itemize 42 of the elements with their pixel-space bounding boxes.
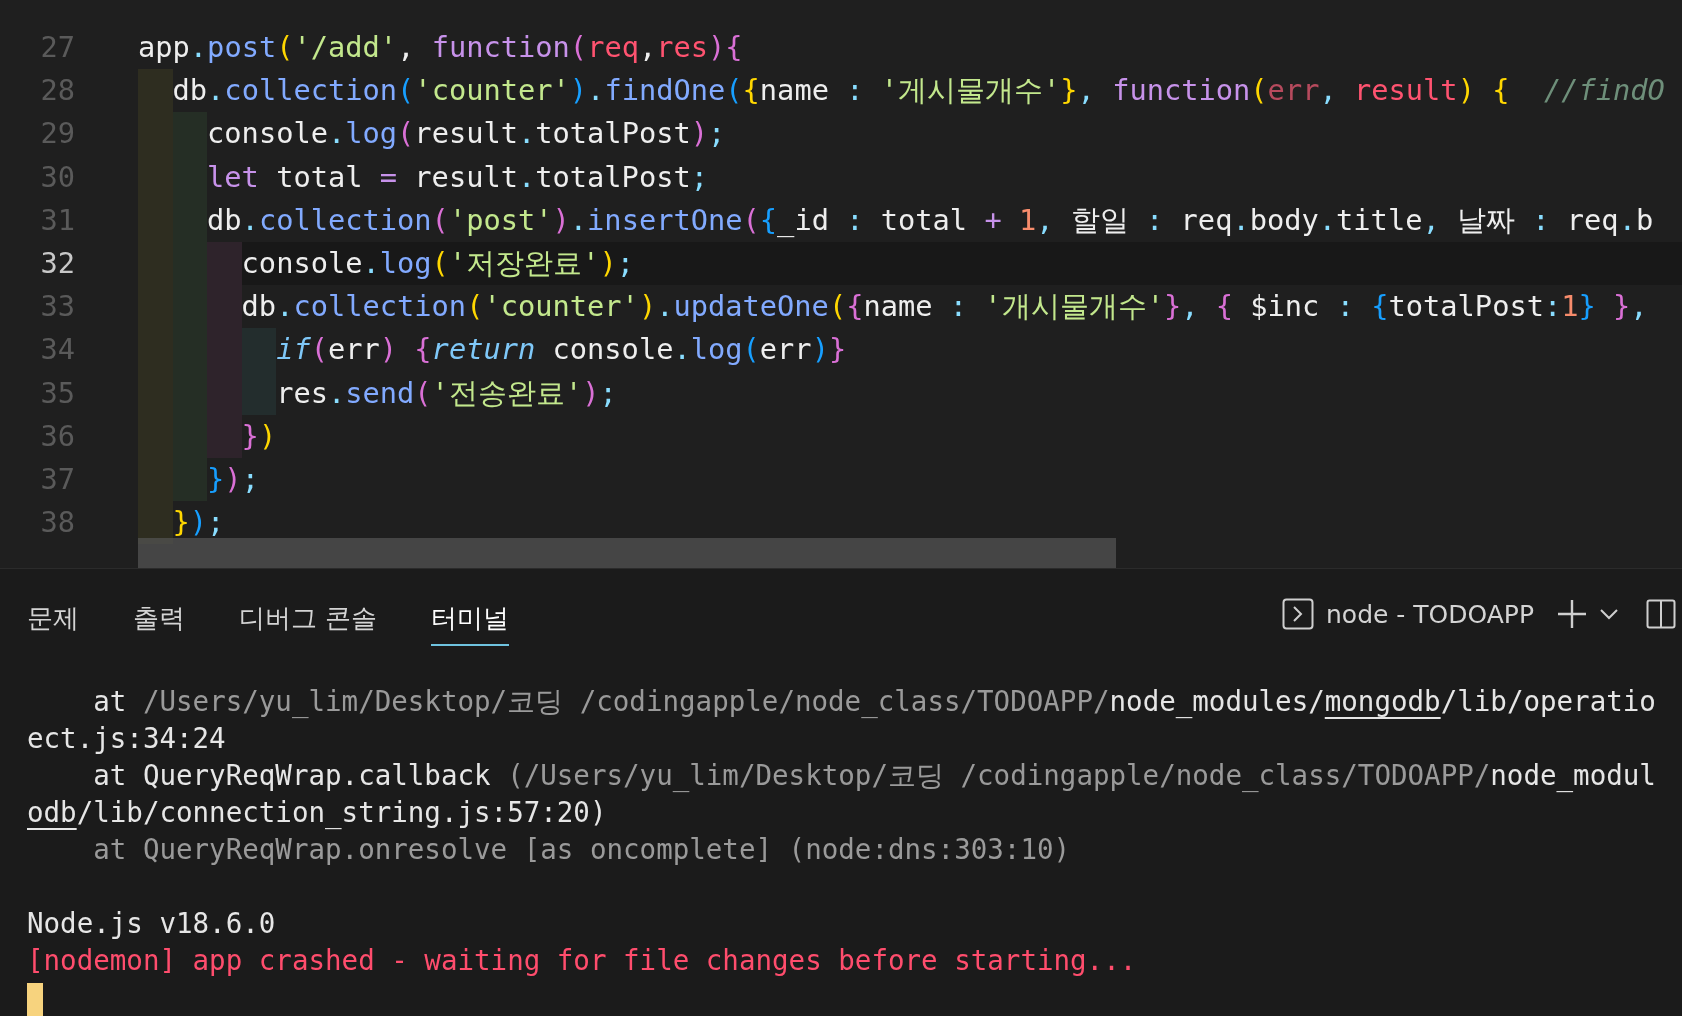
code-line: console.log(result.totalPost);	[207, 116, 726, 151]
terminal-line: ect.js:34:24	[27, 721, 227, 756]
line-number: 30	[39, 158, 76, 196]
code-line: });	[207, 461, 259, 496]
terminal-line: Node.js v18.6.0	[27, 906, 277, 941]
terminal-line: at QueryReqWrap.onresolve [as oncomplete] (node:dns:303:10)	[92, 832, 1072, 867]
line-number: 36	[39, 417, 76, 455]
terminal-cursor	[27, 982, 43, 1016]
code-line: })	[241, 418, 277, 453]
line-number: 34	[39, 331, 76, 369]
line-number: 37	[39, 460, 76, 498]
horizontal-scrollbar[interactable]	[138, 538, 1116, 568]
code-line: if(err) {return console.log(err)}	[276, 332, 847, 367]
code-line: });	[172, 505, 225, 540]
line-number: 32	[39, 244, 76, 282]
line-number: 28	[39, 72, 76, 110]
line-number: 31	[39, 201, 76, 239]
plus-icon[interactable]	[1556, 598, 1588, 630]
panel-tab[interactable]: 디버그 콘솔	[239, 592, 378, 646]
line-number: 33	[39, 288, 76, 326]
line-number: 35	[39, 374, 76, 412]
terminal-line: at QueryReqWrap.callback (/Users/yu_lim/Desktop/코딩 /codingapple/node_class/TODOAPP/node_modul	[92, 758, 1657, 794]
panel-tab[interactable]: 문제	[27, 592, 79, 646]
line-number: 38	[39, 504, 76, 542]
panel-tab[interactable]: 터미널	[431, 592, 510, 646]
terminal-name[interactable]: node - TODOAPP	[1326, 599, 1534, 629]
terminal-line: at /Users/yu_lim/Desktop/코딩 /codingapple/node_class/TODOAPP/node_modules/mongodb/lib/operatio	[92, 684, 1657, 720]
code-line: db.collection('counter').updateOne({name : '개시물개수'}, { $inc : {totalPost:1} },	[241, 289, 1648, 324]
line-number: 29	[39, 115, 76, 153]
code-line: db.collection('post').insertOne({_id : total + 1, 할일 : req.body.title, 날짜 : req.b	[207, 202, 1654, 237]
code-line: app.post('/add', function(req,res){	[138, 30, 743, 64]
code-line: let total = result.totalPost;	[207, 159, 708, 194]
split-panel-icon[interactable]	[1646, 599, 1676, 629]
terminal-line: odb/lib/connection_string.js:57:20)	[27, 795, 608, 831]
panel-tab[interactable]: 출력	[133, 592, 185, 646]
chevron-down-icon[interactable]	[1600, 608, 1618, 620]
terminal-icon	[1282, 598, 1314, 630]
code-line: console.log('저장완료');	[241, 245, 634, 280]
line-number: 27	[39, 29, 76, 66]
code-line: db.collection('counter').findOne({name : '게시물개수'}, function(err, result) { //findO	[172, 73, 1665, 108]
code-line: res.send('전송완료');	[276, 375, 617, 410]
terminal-line: [nodemon] app crashed - waiting for file changes before starting...	[27, 943, 1138, 978]
